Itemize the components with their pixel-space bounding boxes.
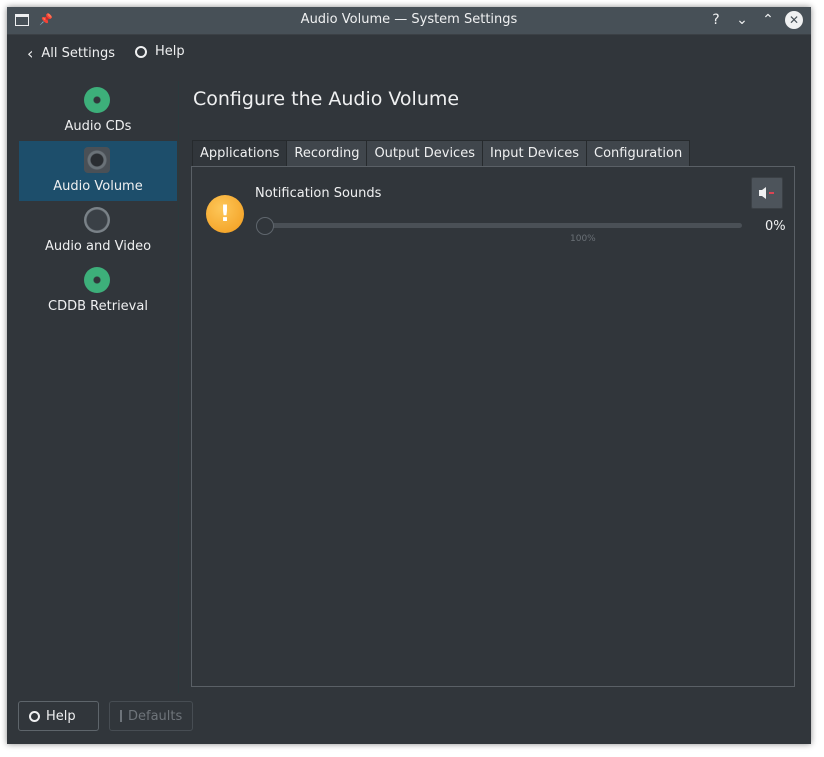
title-bar[interactable]: 📌 Audio Volume — System Settings ? ⌄ ⌃ ✕ bbox=[7, 7, 811, 35]
sidebar-divider bbox=[178, 81, 179, 693]
sidebar-item-audio-and-video[interactable]: Audio and Video bbox=[19, 201, 177, 261]
tab-bar: Applications Recording Output Devices In… bbox=[192, 140, 691, 169]
slider-tick-label: 100% bbox=[570, 234, 596, 244]
lifebuoy-icon bbox=[29, 710, 40, 722]
document-revert-icon bbox=[120, 710, 122, 722]
help-button[interactable]: Help bbox=[18, 701, 99, 731]
lifebuoy-icon bbox=[135, 45, 147, 58]
help-toolbar-button[interactable]: Help bbox=[135, 44, 185, 59]
sidebar-item-audio-volume[interactable]: Audio Volume bbox=[19, 141, 177, 201]
audio-cd-icon bbox=[84, 267, 110, 293]
sidebar-item-audio-cds[interactable]: Audio CDs bbox=[19, 81, 177, 141]
volume-slider[interactable] bbox=[262, 223, 742, 228]
tab-output-devices[interactable]: Output Devices bbox=[367, 140, 483, 168]
system-settings-window: 📌 Audio Volume — System Settings ? ⌄ ⌃ ✕… bbox=[7, 7, 811, 744]
page-title: Configure the Audio Volume bbox=[193, 88, 460, 110]
tab-configuration[interactable]: Configuration bbox=[587, 140, 691, 168]
defaults-button[interactable]: Defaults bbox=[109, 701, 193, 731]
help-button-label: Help bbox=[46, 708, 76, 724]
tab-recording[interactable]: Recording bbox=[287, 140, 368, 168]
minimize-button[interactable]: ⌄ bbox=[733, 10, 751, 30]
warning-icon: ! bbox=[206, 195, 244, 233]
sidebar: Audio CDs Audio Volume Audio and Video C… bbox=[19, 81, 177, 693]
knob-icon bbox=[84, 207, 110, 233]
help-titlebar-button[interactable]: ? bbox=[707, 10, 725, 30]
defaults-button-label: Defaults bbox=[128, 708, 183, 724]
window-title: Audio Volume — System Settings bbox=[300, 12, 518, 27]
audio-cd-icon bbox=[84, 87, 110, 113]
volume-percent: 0% bbox=[765, 219, 786, 234]
toolbar: ‹ All Settings Help bbox=[7, 35, 811, 75]
speaker-icon bbox=[84, 147, 110, 173]
help-label: Help bbox=[155, 44, 185, 59]
applications-panel: ! Notification Sounds 100% 0% bbox=[191, 166, 795, 687]
volume-slider-handle[interactable] bbox=[256, 217, 274, 235]
tab-input-devices[interactable]: Input Devices bbox=[482, 140, 588, 168]
maximize-button[interactable]: ⌃ bbox=[759, 10, 777, 30]
all-settings-button[interactable]: ‹ All Settings bbox=[27, 44, 115, 63]
chevron-left-icon: ‹ bbox=[27, 44, 34, 63]
close-button[interactable]: ✕ bbox=[785, 11, 803, 29]
tab-applications[interactable]: Applications bbox=[192, 140, 288, 169]
speaker-muted-icon bbox=[759, 187, 774, 199]
stream-name: Notification Sounds bbox=[255, 186, 382, 201]
sidebar-item-cddb-retrieval[interactable]: CDDB Retrieval bbox=[19, 261, 177, 321]
all-settings-label: All Settings bbox=[41, 46, 115, 61]
mute-button[interactable] bbox=[751, 177, 783, 209]
